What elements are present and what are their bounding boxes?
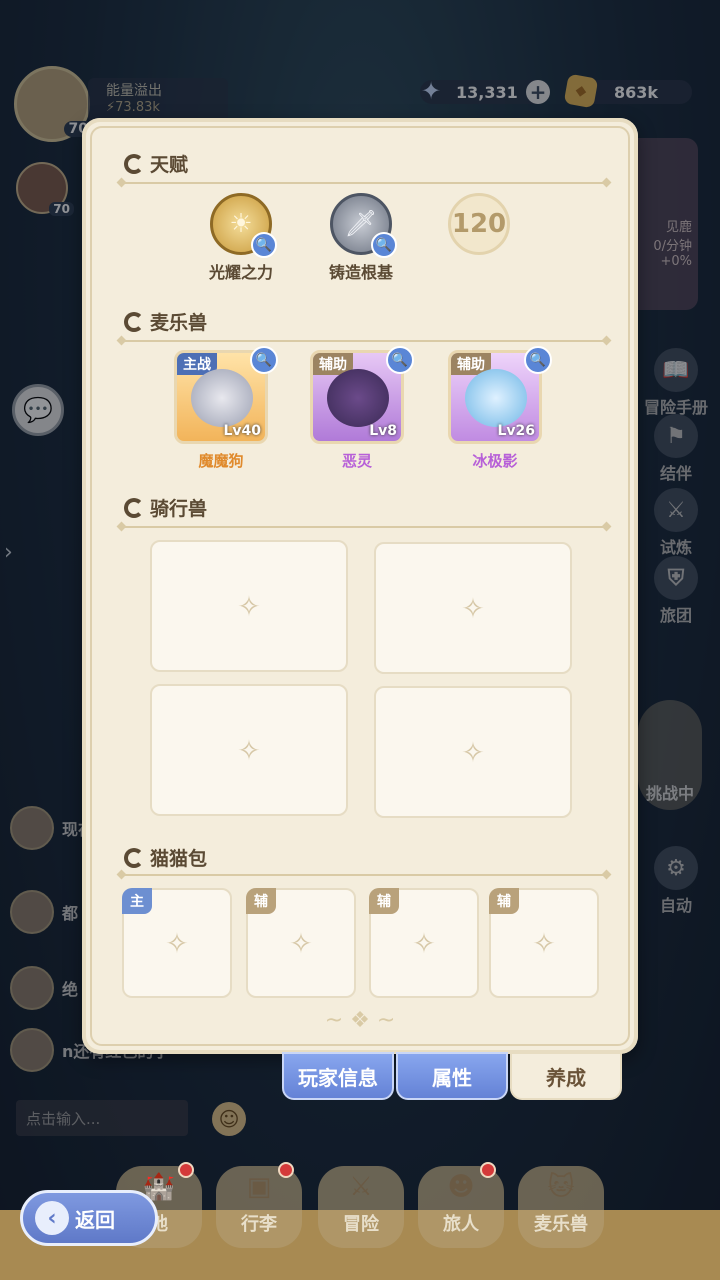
talent-name: 铸造根基 — [328, 263, 393, 282]
nav-luggage-label: 行李 — [241, 1214, 277, 1235]
back-button[interactable]: ‹ 返回 — [20, 1190, 158, 1246]
section-icon — [124, 153, 144, 174]
pet-name: 冰极影 — [472, 452, 518, 470]
section-icon — [124, 311, 144, 332]
bag-slot-support[interactable]: 辅 ✧ — [369, 888, 479, 998]
tab-player-info[interactable]: 玩家信息 — [282, 1052, 394, 1100]
pet-portrait — [191, 369, 253, 427]
divider — [120, 526, 608, 528]
locked-talent-icon: 120 — [448, 193, 510, 255]
search-icon[interactable]: 🔍 — [250, 346, 278, 374]
crossed-swords-icon: ⚔ — [349, 1172, 373, 1202]
mount-title-text: 骑行兽 — [150, 498, 208, 520]
divider — [120, 340, 608, 342]
mount-slot[interactable]: ✧ — [374, 542, 572, 674]
pet-slot-main[interactable]: 主战 Lv40 🔍 魔魔狗 — [166, 346, 278, 471]
bag-slot-main[interactable]: 主 ✧ — [122, 888, 232, 998]
section-icon — [124, 847, 144, 868]
back-label: 返回 — [75, 1207, 115, 1232]
nav-adventure[interactable]: ⚔ 冒险 — [318, 1166, 404, 1248]
search-icon[interactable]: 🔍 — [251, 232, 277, 258]
nav-traveler-label: 旅人 — [443, 1214, 479, 1235]
pet-portrait — [327, 369, 389, 427]
sword-emblem-icon: 🗡 🔍 — [330, 193, 397, 258]
divider — [120, 874, 608, 876]
search-icon[interactable]: 🔍 — [371, 232, 397, 258]
search-icon[interactable]: 🔍 — [386, 346, 414, 374]
bag-section-title: 猫猫包 — [124, 844, 207, 871]
pet-level: Lv26 — [497, 423, 535, 439]
cat-ornament-icon: ~ ❖ ~ — [324, 1008, 396, 1033]
pet-level: Lv40 — [223, 423, 261, 439]
sun-emblem-icon: ☀ 🔍 — [210, 193, 277, 258]
pet-title-text: 麦乐兽 — [150, 312, 208, 334]
nav-adventure-label: 冒险 — [343, 1214, 379, 1235]
nav-pets-label: 麦乐兽 — [534, 1214, 588, 1235]
talent-locked[interactable]: 120 — [424, 193, 534, 259]
talent-name: 光耀之力 — [208, 263, 273, 282]
notification-dot — [480, 1162, 496, 1178]
pet-name: 魔魔狗 — [198, 452, 244, 470]
bag-slot-support[interactable]: 辅 ✧ — [489, 888, 599, 998]
pet-level: Lv8 — [369, 423, 397, 439]
bag-slot-support[interactable]: 辅 ✧ — [246, 888, 356, 998]
mount-section-title: 骑行兽 — [124, 494, 207, 521]
unlock-level: 120 — [451, 209, 507, 239]
cat-icon: 🐱 — [547, 1172, 575, 1202]
talent-radiant-power[interactable]: ☀ 🔍 光耀之力 — [186, 193, 296, 283]
pet-slot-support-1[interactable]: 辅助 Lv8 🔍 恶灵 — [302, 346, 414, 471]
bag-tag: 主 — [122, 888, 152, 914]
divider — [120, 182, 608, 184]
pet-section-title: 麦乐兽 — [124, 308, 207, 335]
empty-slot-icon: ✧ — [237, 733, 261, 767]
empty-slot-icon: ✧ — [461, 735, 485, 769]
tab-attributes[interactable]: 属性 — [396, 1052, 508, 1100]
tab-attributes-label: 属性 — [432, 1065, 472, 1090]
bag-tag: 辅 — [489, 888, 519, 914]
empty-slot-icon: ✧ — [165, 926, 189, 960]
mount-slot[interactable]: ✧ — [150, 540, 348, 672]
tab-cultivation[interactable]: 养成 — [510, 1052, 622, 1100]
notification-dot — [278, 1162, 294, 1178]
section-icon — [124, 497, 144, 518]
talent-forge-foundation[interactable]: 🗡 🔍 铸造根基 — [306, 193, 416, 283]
talent-title-text: 天赋 — [150, 154, 189, 176]
empty-slot-icon: ✧ — [532, 926, 556, 960]
empty-slot-icon: ✧ — [237, 589, 261, 623]
empty-slot-icon: ✧ — [461, 591, 485, 625]
nav-traveler[interactable]: ☻ 旅人 — [418, 1162, 504, 1248]
tab-cultivation-label: 养成 — [546, 1065, 586, 1090]
bag-tag: 辅 — [246, 888, 276, 914]
back-arrow-icon: ‹ — [35, 1201, 69, 1235]
empty-slot-icon: ✧ — [289, 926, 313, 960]
pet-name: 恶灵 — [341, 452, 372, 470]
notification-dot — [178, 1162, 194, 1178]
mount-slot[interactable]: ✧ — [150, 684, 348, 816]
pet-portrait — [465, 369, 527, 427]
nav-pets[interactable]: 🐱 麦乐兽 — [518, 1166, 604, 1248]
bag-title-text: 猫猫包 — [150, 848, 208, 870]
mount-slot[interactable]: ✧ — [374, 686, 572, 818]
tab-player-info-label: 玩家信息 — [298, 1065, 378, 1090]
empty-slot-icon: ✧ — [412, 926, 436, 960]
nav-luggage[interactable]: ▣ 行李 — [216, 1162, 302, 1248]
bag-tag: 辅 — [369, 888, 399, 914]
pet-slot-support-2[interactable]: 辅助 Lv26 🔍 冰极影 — [440, 346, 552, 471]
search-icon[interactable]: 🔍 — [524, 346, 552, 374]
talent-section-title: 天赋 — [124, 150, 188, 177]
